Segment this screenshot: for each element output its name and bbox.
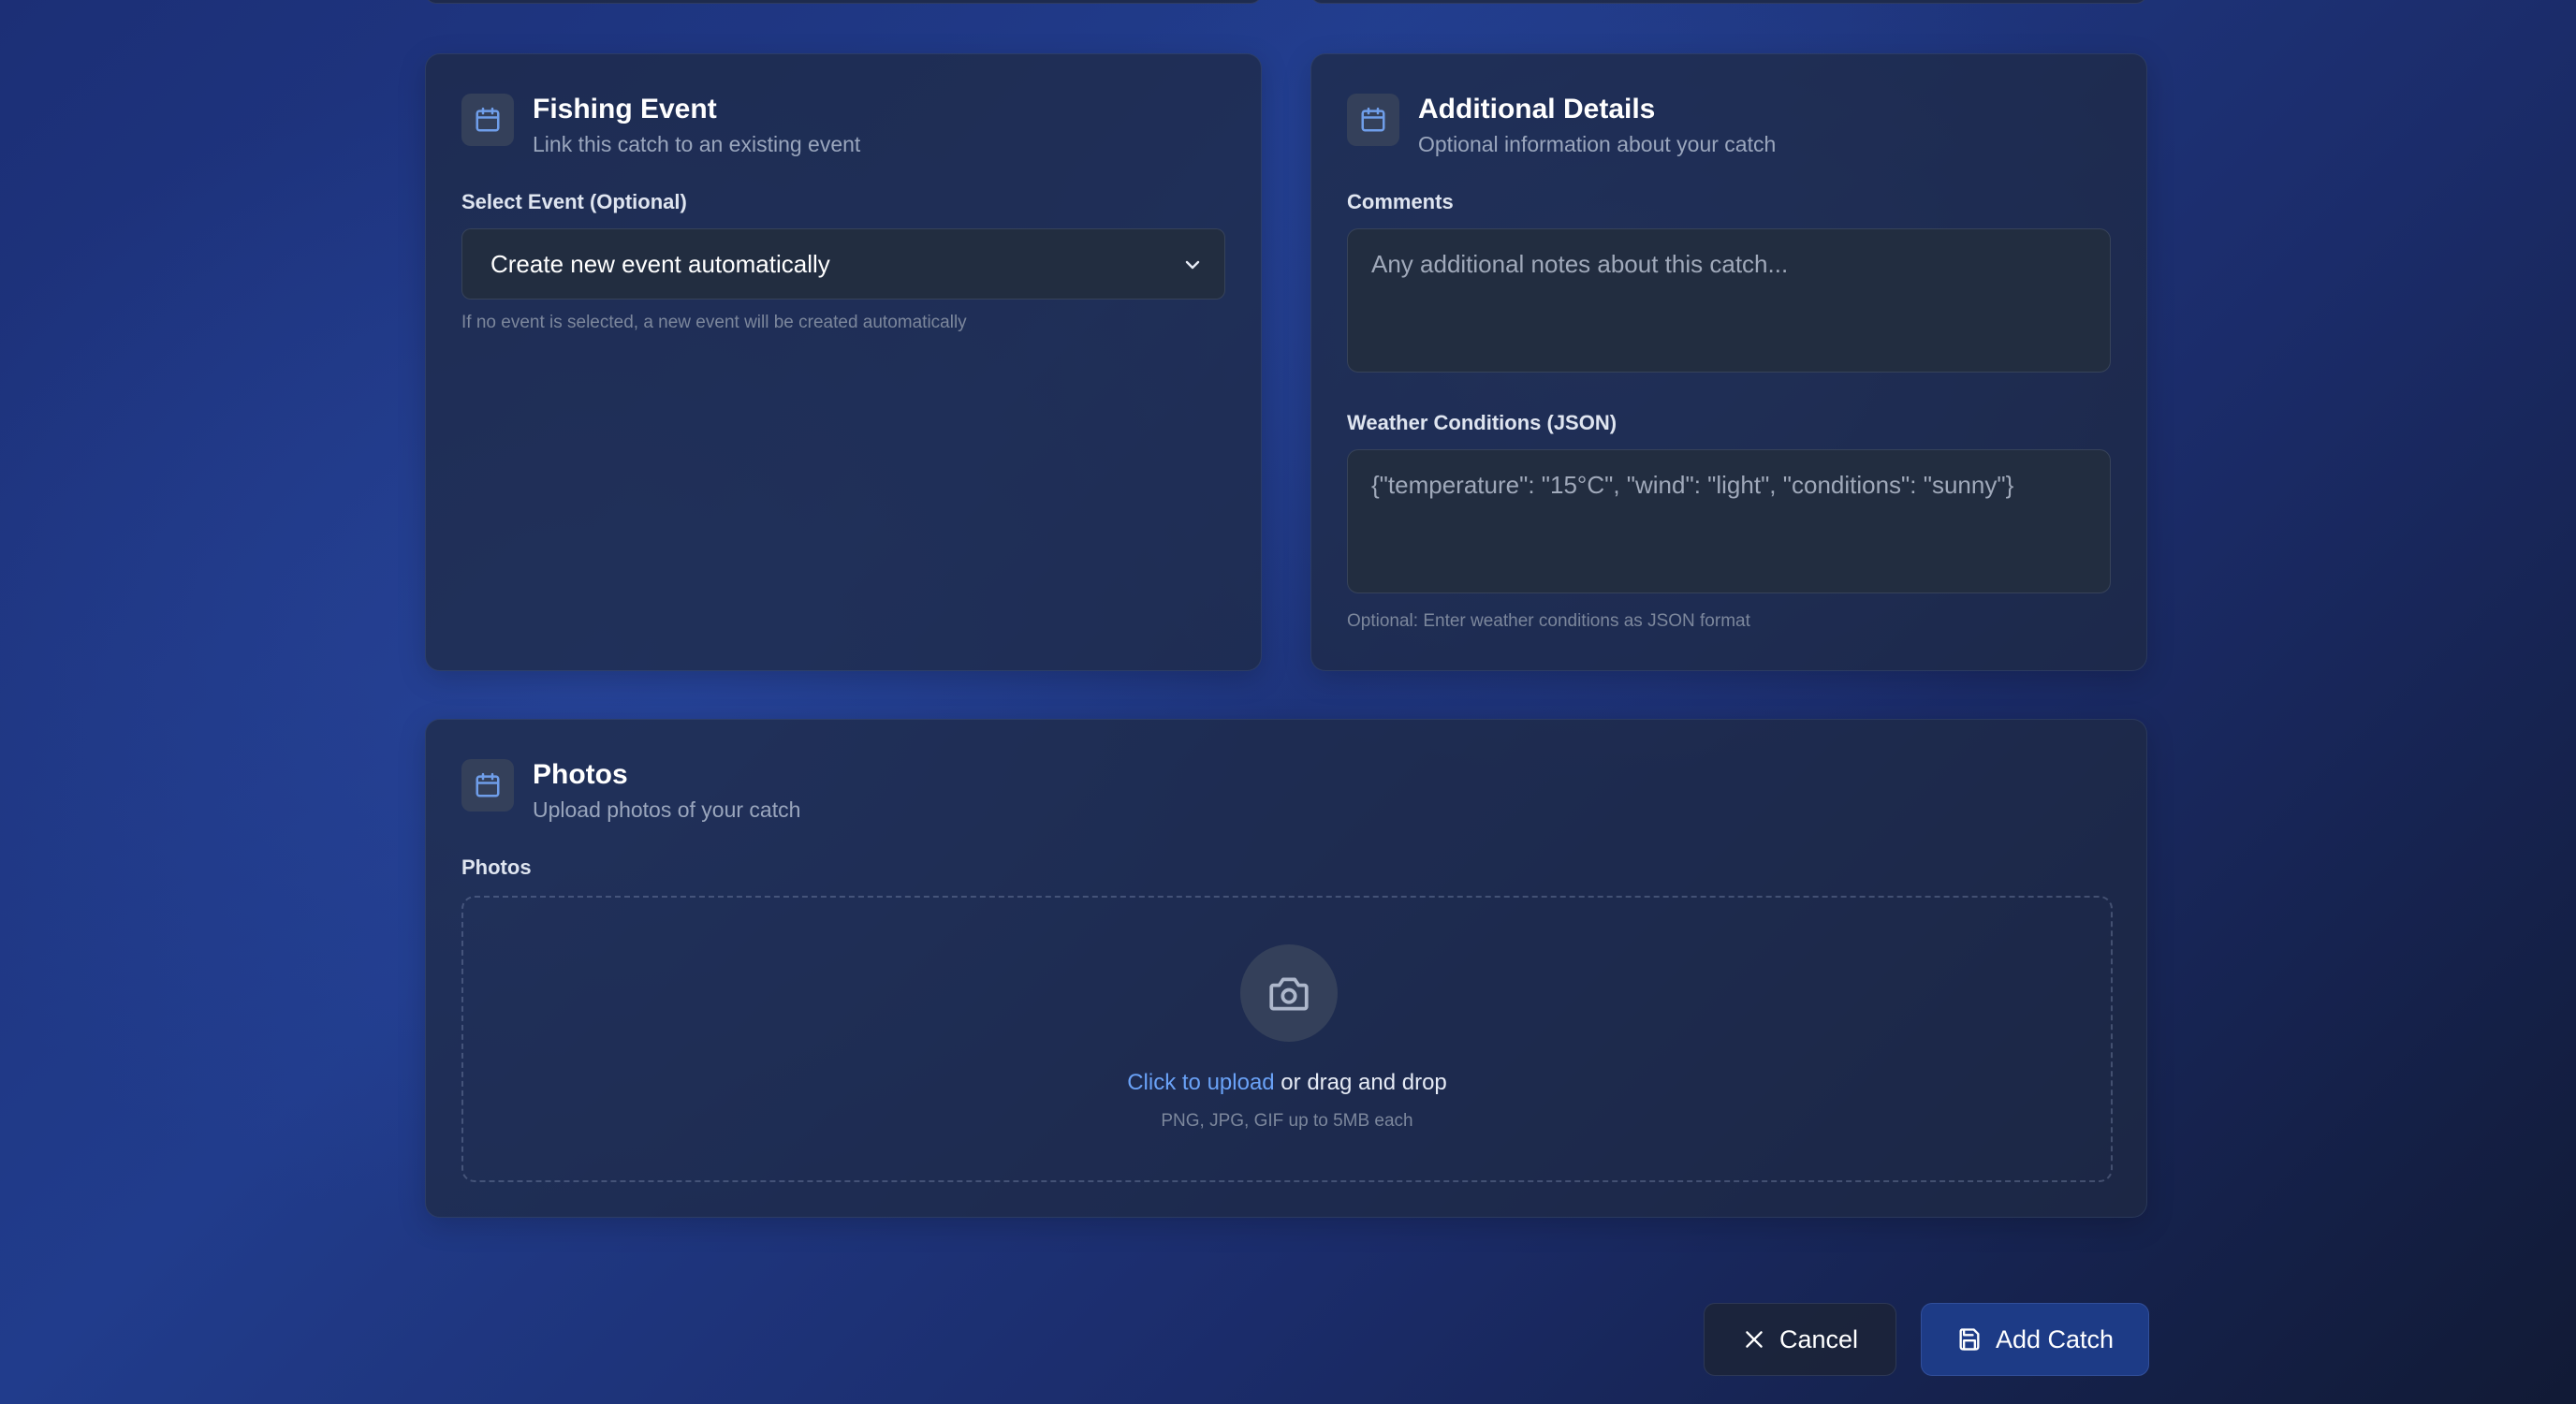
select-event-dropdown[interactable]: Create new event automatically <box>461 228 1225 300</box>
previous-card-right-edge <box>1310 0 2147 4</box>
photos-title: Photos <box>533 759 628 790</box>
fishing-event-card: Fishing Event Link this catch to an exis… <box>425 53 1262 671</box>
click-to-upload-link[interactable]: Click to upload <box>1127 1070 1274 1095</box>
fishing-event-title: Fishing Event <box>533 94 717 124</box>
additional-details-header: Additional Details Optional information … <box>1347 94 1776 159</box>
upload-instructions: Click to upload or drag and drop <box>463 1070 2111 1096</box>
select-event-label: Select Event (Optional) <box>461 190 687 213</box>
add-catch-label: Add Catch <box>1995 1324 2115 1353</box>
fishing-event-header: Fishing Event Link this catch to an exis… <box>461 94 860 159</box>
cancel-button[interactable]: Cancel <box>1704 1303 1896 1376</box>
photos-card: Photos Upload photos of your catch Photo… <box>425 719 2147 1218</box>
select-event-value: Create new event automatically <box>490 249 830 278</box>
photos-header: Photos Upload photos of your catch <box>461 759 800 825</box>
weather-field[interactable]: {"temperature": "15°C", "wind": "light",… <box>1347 449 2111 593</box>
additional-details-subtitle: Optional information about your catch <box>1418 132 1777 156</box>
save-icon <box>1956 1326 1996 1353</box>
comments-field[interactable]: Any additional notes about this catch... <box>1347 228 2111 373</box>
photo-upload-dropzone[interactable]: Click to upload or drag and drop PNG, JP… <box>461 896 2113 1182</box>
weather-label: Weather Conditions (JSON) <box>1347 411 1617 434</box>
calendar-icon <box>461 759 514 812</box>
upload-format-hint: PNG, JPG, GIF up to 5MB each <box>1161 1111 1413 1131</box>
add-catch-button[interactable]: Add Catch <box>1921 1303 2149 1376</box>
camera-icon <box>1240 944 1338 1042</box>
photos-label: Photos <box>461 856 532 879</box>
drag-drop-text: or drag and drop <box>1274 1070 1447 1095</box>
calendar-icon <box>461 94 514 146</box>
cancel-label: Cancel <box>1778 1324 1859 1353</box>
weather-hint: Optional: Enter weather conditions as JS… <box>1347 611 1750 631</box>
additional-details-card: Additional Details Optional information … <box>1310 53 2147 671</box>
chevron-down-icon <box>1181 254 1204 283</box>
additional-details-title: Additional Details <box>1418 94 1656 124</box>
comments-label: Comments <box>1347 190 1454 213</box>
previous-card-left-edge <box>425 0 1262 4</box>
close-icon <box>1742 1327 1779 1352</box>
fishing-event-subtitle: Link this catch to an existing event <box>533 132 861 156</box>
photos-subtitle: Upload photos of your catch <box>533 797 801 822</box>
calendar-icon <box>1347 94 1399 146</box>
select-event-hint: If no event is selected, a new event wil… <box>461 313 967 332</box>
